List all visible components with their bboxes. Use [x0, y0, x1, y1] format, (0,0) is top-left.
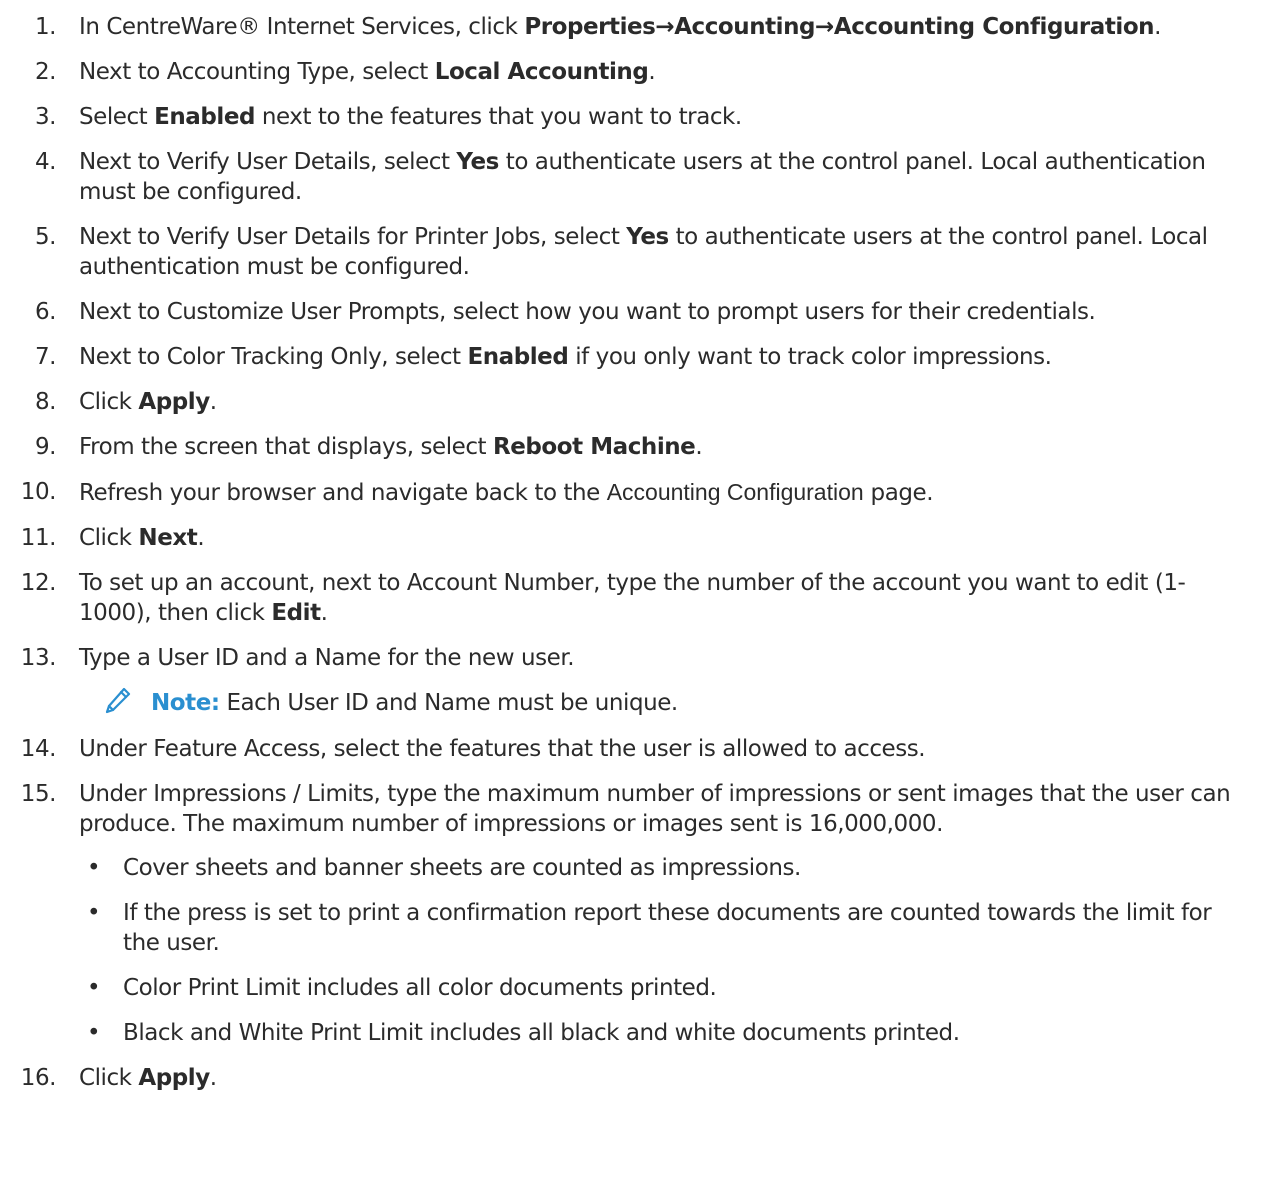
list-item: • Black and White Print Limit includes al… [0, 1018, 1253, 1048]
step-text: Under Feature Access, select the feature… [79, 736, 926, 762]
step-number: 11. [20, 525, 57, 551]
step-6: 6. Next to Customize User Prompts, select… [0, 297, 1273, 327]
step-number: 13. [20, 645, 57, 671]
step-number: 12. [20, 570, 57, 596]
step-emphasis: Properties→Accounting→Accounting Configu… [524, 14, 1155, 40]
step-emphasis: Enabled [467, 344, 569, 370]
step-number: 14. [20, 736, 57, 762]
list-item-text: If the press is set to print a confirmat… [123, 900, 1212, 956]
step-text: To set up an account, next to Account Nu… [79, 570, 1186, 626]
step-emphasis: Apply [138, 389, 210, 415]
step-text: Next to Accounting Type, select [79, 59, 435, 85]
step-5: 5. Next to Verify User Details for Printe… [0, 222, 1273, 282]
step-emphasis: Local Accounting [434, 59, 649, 85]
list-item-text: Color Print Limit includes all color doc… [123, 975, 717, 1001]
step-text: Next to Verify User Details for Printer … [79, 224, 627, 250]
step-2: 2. Next to Accounting Type, select Local … [0, 57, 1273, 87]
step-9: 9. From the screen that displays, select … [0, 432, 1273, 462]
step-text-end: . [320, 600, 328, 626]
step-text-end: . [209, 1065, 217, 1091]
note-callout: Note: Each User ID and Name must be uniq… [0, 686, 1273, 718]
step-13: 13. Type a User ID and a Name for the new… [0, 643, 1273, 673]
step-text: From the screen that displays, select [79, 434, 493, 460]
bullet-dot: • [87, 975, 101, 1001]
step-text: Type a User ID and a Name for the new us… [79, 645, 575, 671]
note-text: Each User ID and Name must be unique. [219, 690, 678, 716]
step-number: 3. [34, 104, 56, 130]
procedure-steps: 1. In CentreWare® Internet Services, clic… [0, 12, 1273, 1108]
step-number: 15. [20, 781, 57, 807]
step-text: Click [79, 525, 139, 551]
step-number: 16. [20, 1065, 57, 1091]
note-label: Note: [151, 690, 220, 716]
step-text-end: if you only want to track color impressi… [568, 344, 1052, 370]
step-text-end: . [1154, 14, 1161, 40]
step-emphasis: Reboot Machine [492, 434, 696, 460]
step-number: 5. [34, 224, 56, 250]
step-text-end: . [695, 434, 703, 460]
step-emphasis: Yes [626, 224, 669, 250]
step-emphasis: Next [138, 525, 198, 551]
step-15: 15. Under Impressions / Limits, type the … [0, 779, 1273, 1048]
step-text-end: next to the features that you want to tr… [255, 104, 742, 130]
step-emphasis: Edit [271, 600, 321, 626]
step-text-end: . [209, 389, 217, 415]
step-3: 3. Select Enabled next to the features th… [0, 102, 1273, 132]
step-emphasis: Yes [456, 149, 499, 175]
pencil-icon [104, 686, 132, 716]
step-4: 4. Next to Verify User Details, select Ye… [0, 147, 1273, 207]
step-text: Under Impressions / Limits, type the max… [79, 781, 1231, 837]
step-text: Select [79, 104, 155, 130]
step-text: Next to Customize User Prompts, select h… [79, 299, 1096, 325]
list-item: • Color Print Limit includes all color do… [0, 973, 1253, 1003]
step-12: 12. To set up an account, next to Account… [0, 568, 1273, 628]
step-number: 9. [34, 434, 56, 460]
step-number: 2. [34, 59, 56, 85]
step-8: 8. Click Apply. [0, 387, 1273, 417]
list-item-text: Black and White Print Limit includes all… [123, 1020, 960, 1046]
step-1: 1. In CentreWare® Internet Services, clic… [0, 12, 1273, 42]
step-14: 14. Under Feature Access, select the feat… [0, 734, 1273, 764]
step-text: In CentreWare® Internet Services, click [79, 14, 525, 40]
step-10: 10. Refresh your browser and navigate bac… [0, 477, 1273, 508]
step-number: 7. [34, 344, 56, 370]
list-item: • Cover sheets and banner sheets are coun… [0, 853, 1253, 883]
step-text-end: . [648, 59, 656, 85]
step-text: Next to Verify User Details, select [79, 149, 457, 175]
step-number: 8. [34, 389, 56, 415]
limit-notes-list: • Cover sheets and banner sheets are coun… [79, 853, 1253, 1048]
step-number: 4. [34, 149, 56, 175]
step-number: 1. [34, 14, 56, 40]
step-text-end: . [197, 525, 205, 551]
step-number: 6. [34, 299, 56, 325]
step-16: 16. Click Apply. [0, 1063, 1273, 1093]
list-item-text: Cover sheets and banner sheets are count… [123, 855, 801, 881]
step-11: 11. Click Next. [0, 523, 1273, 553]
step-7: 7. Next to Color Tracking Only, select En… [0, 342, 1273, 372]
bullet-dot: • [87, 855, 101, 881]
step-text-end: page. [863, 480, 934, 506]
bullet-dot: • [87, 1020, 101, 1046]
step-page-name: Accounting Configuration [606, 479, 864, 505]
step-emphasis: Enabled [154, 104, 255, 130]
step-emphasis: Apply [138, 1065, 210, 1091]
bullet-dot: • [87, 900, 101, 926]
step-text: Click [79, 389, 139, 415]
step-number: 10. [20, 479, 57, 505]
step-text: Refresh your browser and navigate back t… [79, 480, 607, 506]
list-item: • If the press is set to print a confirma… [0, 898, 1253, 958]
step-text: Click [79, 1065, 139, 1091]
step-text: Next to Color Tracking Only, select [79, 344, 468, 370]
